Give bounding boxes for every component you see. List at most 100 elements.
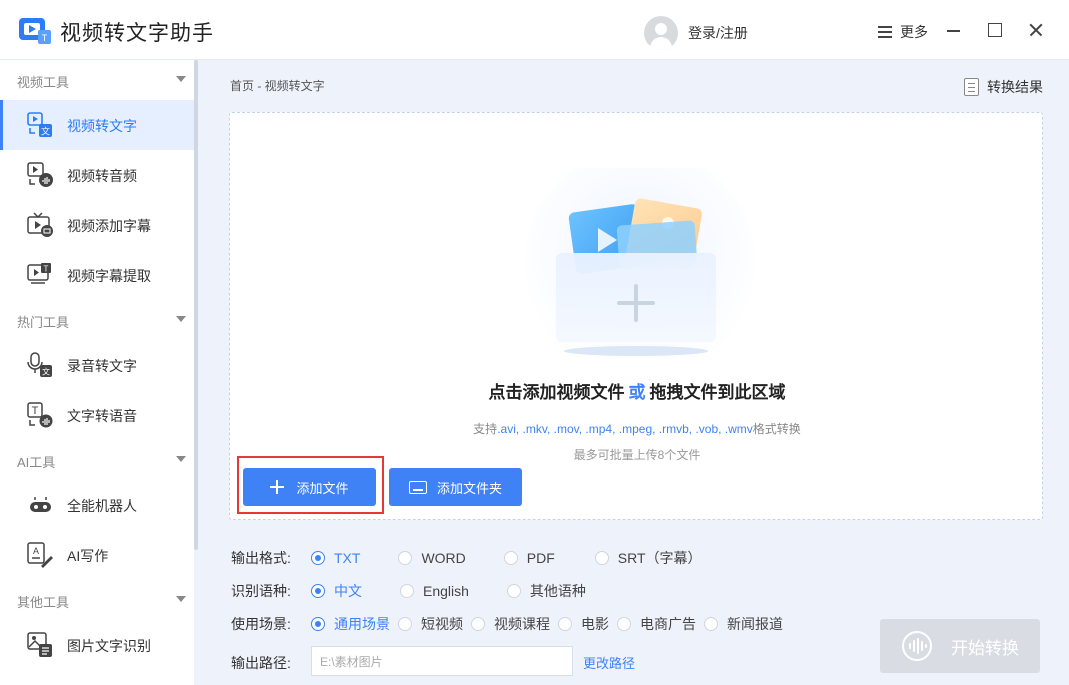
section-video-tools[interactable]: 视频工具 bbox=[0, 60, 194, 100]
scene-radio-general[interactable]: 通用场景 bbox=[311, 614, 390, 634]
format-radio-pdf[interactable]: PDF bbox=[503, 550, 555, 566]
svg-text:文: 文 bbox=[41, 126, 50, 138]
sidebar-item-ai-writing[interactable]: A AI写作 bbox=[0, 530, 194, 580]
collapse-arrow-icon bbox=[176, 456, 186, 462]
language-radio-other[interactable]: 其他语种 bbox=[506, 581, 586, 601]
result-label: 转换结果 bbox=[987, 79, 1043, 95]
text-to-speech-icon: T bbox=[27, 402, 53, 428]
start-convert-label: 开始转换 bbox=[951, 638, 1019, 658]
sidebar-scrollbar[interactable] bbox=[194, 60, 198, 550]
radio-dot bbox=[617, 617, 631, 631]
login-label: 登录/注册 bbox=[688, 25, 748, 41]
conversion-result-button[interactable]: 转换结果 bbox=[964, 77, 1043, 97]
login-button[interactable]: 登录/注册 bbox=[644, 16, 748, 50]
format-radio-word[interactable]: WORD bbox=[398, 550, 466, 566]
video-to-audio-icon bbox=[27, 162, 53, 187]
sidebar: 视频工具 文 视频转文字 视频转音频 视频添加字幕 T 视频字幕提取 热门工具 … bbox=[0, 60, 194, 685]
svg-text:A: A bbox=[33, 546, 39, 556]
sidebar-item-extract-subtitle[interactable]: T 视频字幕提取 bbox=[0, 250, 194, 300]
title-bar: T 视频转文字助手 登录/注册 更多 bbox=[0, 0, 1069, 60]
radio-dot bbox=[400, 584, 414, 598]
sidebar-item-recording-to-text[interactable]: 文 录音转文字 bbox=[0, 340, 194, 390]
sidebar-item-image-ocr[interactable]: 图片文字识别 bbox=[0, 620, 194, 670]
audio-wave-icon bbox=[902, 631, 932, 661]
language-radio-chinese[interactable]: 中文 bbox=[311, 581, 362, 601]
sidebar-item-video-to-audio[interactable]: 视频转音频 bbox=[0, 150, 194, 200]
radio-label: 新闻报道 bbox=[727, 616, 783, 632]
add-file-button[interactable]: 添加文件 bbox=[243, 468, 376, 506]
language-radio-english[interactable]: English bbox=[400, 583, 469, 599]
section-label: 视频工具 bbox=[17, 75, 70, 90]
video-to-text-icon: 文 bbox=[27, 112, 52, 138]
sidebar-item-label: 视频添加字幕 bbox=[67, 218, 151, 234]
scene-radio-ecommerce[interactable]: 电商广告 bbox=[617, 614, 696, 634]
scene-row: 使用场景: 通用场景 短视频 视频课程 电影 电商广告 新闻报道 bbox=[231, 613, 783, 635]
radio-label: 视频课程 bbox=[494, 616, 550, 632]
supported-formats: 支持.avi, .mkv, .mov, .mp4, .mpeg, .rmvb, … bbox=[230, 420, 1044, 437]
folder-icon bbox=[408, 480, 427, 494]
add-file-label: 添加文件 bbox=[296, 480, 349, 496]
document-icon bbox=[964, 78, 979, 96]
output-path-input[interactable] bbox=[311, 646, 573, 676]
avatar-icon bbox=[644, 16, 678, 50]
collapse-arrow-icon bbox=[176, 596, 186, 602]
format-radio-srt[interactable]: SRT（字幕） bbox=[594, 548, 702, 568]
scene-radio-movie[interactable]: 电影 bbox=[558, 614, 609, 634]
sidebar-item-label: 全能机器人 bbox=[67, 498, 137, 514]
drop-title-part2: 拖拽文件到此区域 bbox=[649, 383, 786, 402]
more-menu-button[interactable]: 更多 bbox=[878, 22, 928, 42]
radio-dot bbox=[311, 617, 325, 631]
radio-label: 通用场景 bbox=[334, 616, 390, 632]
sidebar-item-label: 图片文字识别 bbox=[67, 638, 151, 654]
sidebar-item-text-to-speech[interactable]: T 文字转语音 bbox=[0, 390, 194, 440]
add-subtitle-icon bbox=[27, 212, 53, 237]
language-row: 识别语种: 中文 English 其他语种 bbox=[231, 580, 586, 602]
sidebar-item-robot[interactable]: 全能机器人 bbox=[0, 480, 194, 530]
radio-label: English bbox=[423, 583, 469, 599]
close-button[interactable] bbox=[1024, 18, 1048, 42]
drop-zone-title: 点击添加视频文件或拖拽文件到此区域 bbox=[230, 378, 1044, 403]
sidebar-item-video-to-text[interactable]: 文 视频转文字 bbox=[0, 100, 194, 150]
section-hot-tools[interactable]: 热门工具 bbox=[0, 300, 194, 340]
svg-text:文: 文 bbox=[42, 367, 50, 377]
section-other-tools[interactable]: 其他工具 bbox=[0, 580, 194, 620]
collapse-arrow-icon bbox=[176, 76, 186, 82]
ai-writing-icon: A bbox=[27, 542, 53, 568]
collapse-arrow-icon bbox=[176, 316, 186, 322]
drop-title-or: 或 bbox=[628, 383, 646, 402]
app-logo-icon: T bbox=[19, 18, 51, 44]
scene-radio-short-video[interactable]: 短视频 bbox=[398, 614, 463, 634]
radio-dot bbox=[704, 617, 718, 631]
robot-icon bbox=[30, 497, 51, 512]
radio-label: 电影 bbox=[581, 616, 609, 632]
scene-radio-news[interactable]: 新闻报道 bbox=[704, 614, 783, 634]
section-label: 其他工具 bbox=[17, 595, 70, 610]
output-format-label: 输出格式: bbox=[231, 550, 291, 566]
change-path-link[interactable]: 更改路径 bbox=[583, 653, 635, 672]
radio-label: WORD bbox=[421, 550, 466, 566]
radio-dot bbox=[558, 617, 572, 631]
radio-label: TXT bbox=[334, 550, 361, 566]
start-convert-button[interactable]: 开始转换 bbox=[880, 619, 1040, 673]
radio-dot bbox=[471, 617, 485, 631]
formats-suffix: 格式转换 bbox=[752, 422, 801, 436]
image-ocr-icon bbox=[27, 632, 52, 657]
add-folder-button[interactable]: 添加文件夹 bbox=[389, 468, 522, 506]
maximize-button[interactable] bbox=[983, 18, 1007, 42]
drop-title-part1: 点击添加视频文件 bbox=[488, 383, 625, 402]
sidebar-item-add-subtitle[interactable]: 视频添加字幕 bbox=[0, 200, 194, 250]
radio-dot bbox=[398, 551, 413, 565]
sidebar-item-label: 视频转文字 bbox=[67, 118, 137, 134]
section-ai-tools[interactable]: AI工具 bbox=[0, 440, 194, 480]
radio-dot bbox=[503, 551, 518, 565]
sidebar-item-label: 视频字幕提取 bbox=[67, 268, 151, 284]
radio-label: SRT（字幕） bbox=[617, 550, 702, 566]
format-radio-txt[interactable]: TXT bbox=[311, 550, 360, 566]
output-format-row: 输出格式: TXT WORD PDF SRT（字幕） bbox=[231, 547, 702, 569]
add-folder-label: 添加文件夹 bbox=[436, 480, 502, 496]
minimize-button[interactable] bbox=[942, 18, 966, 42]
radio-label: PDF bbox=[526, 550, 555, 566]
scene-radio-course[interactable]: 视频课程 bbox=[471, 614, 550, 634]
svg-text:T: T bbox=[32, 405, 39, 417]
add-file-illustration bbox=[525, 168, 755, 358]
